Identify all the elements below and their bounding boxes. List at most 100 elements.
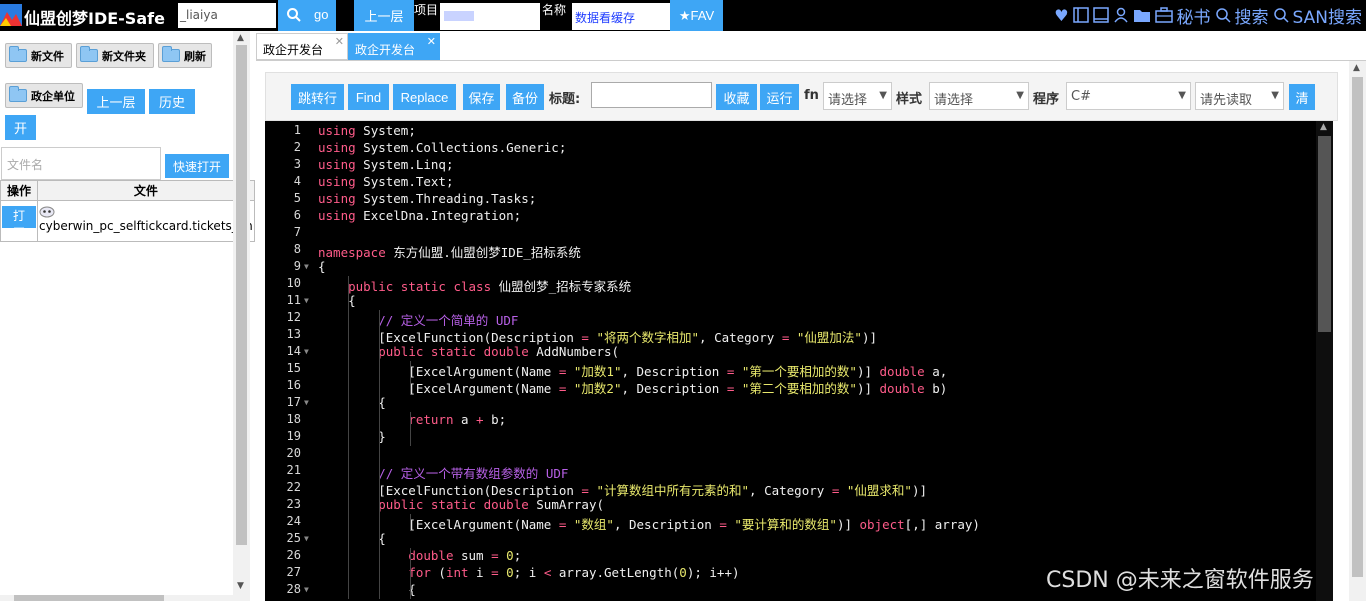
style-select-value: 请选择 — [934, 93, 974, 108]
backup-button[interactable]: 备份 — [506, 84, 544, 110]
left-vertical-scrollbar[interactable]: ▲ ▼ — [233, 31, 250, 601]
table-row: 打开 cyberwin_pc_selftickcard.tickets_on — [0, 200, 255, 242]
panel-icon[interactable] — [1072, 7, 1089, 23]
fold-toggle-icon[interactable]: ▼ — [304, 585, 309, 594]
read-select[interactable]: 请先读取 ▼ — [1195, 82, 1284, 110]
code-line: namespace 东方仙盟.仙盟创梦IDE_招标系统 — [318, 245, 581, 260]
quick-open-button[interactable]: 快速打开 — [165, 154, 229, 178]
find-button[interactable]: Find — [348, 84, 389, 110]
code-line: using System.Collections.Generic; — [318, 140, 567, 155]
action-cell: 打开 — [0, 200, 38, 242]
collect-button[interactable]: 收藏 — [716, 84, 757, 110]
open-folder-button[interactable]: 开 — [5, 115, 36, 140]
code-line: using System; — [318, 123, 416, 138]
refresh-button[interactable]: 刷新 — [158, 43, 212, 68]
go-label: go — [314, 7, 329, 22]
search-icon — [286, 7, 302, 26]
code-line: public static double AddNumbers( — [378, 344, 620, 359]
scroll-up-icon[interactable]: ▲ — [1353, 63, 1360, 73]
file-type-icon — [39, 206, 55, 218]
name-label: 名称 — [542, 3, 567, 17]
code-line: { — [318, 395, 386, 410]
fold-toggle-icon[interactable]: ▼ — [304, 262, 309, 271]
run-button[interactable]: 运行 — [760, 84, 799, 110]
user-input[interactable]: _liaiya — [178, 3, 276, 28]
replace-button[interactable]: Replace — [393, 84, 456, 110]
scroll-down-icon[interactable]: ▼ — [237, 581, 244, 591]
window-icon[interactable] — [1092, 7, 1109, 23]
title-input[interactable] — [591, 82, 712, 108]
code-line: return a + b; — [408, 412, 507, 427]
clear-button[interactable]: 清 — [1289, 84, 1315, 110]
gov-unit-button[interactable]: 政企单位 — [5, 83, 83, 108]
fn-select[interactable]: 请选择 ▼ — [823, 82, 892, 110]
line-number: 6 — [293, 208, 301, 222]
program-select[interactable]: C# ▼ — [1066, 82, 1191, 110]
fold-toggle-icon[interactable]: ▼ — [304, 398, 309, 407]
fold-toggle-icon[interactable]: ▼ — [304, 347, 309, 356]
fav-button[interactable]: ★FAV — [670, 0, 723, 31]
file-cell[interactable]: cyberwin_pc_selftickcard.tickets_on — [37, 200, 255, 242]
file-name: cyberwin_pc_selftickcard.tickets_on — [39, 219, 253, 233]
briefcase-icon[interactable] — [1154, 7, 1173, 23]
left-horizontal-scrollbar[interactable] — [0, 595, 233, 601]
code-line: using System.Threading.Tasks; — [318, 191, 537, 206]
page-vertical-scrollbar[interactable]: ▲ — [1349, 61, 1366, 601]
line-number: 3 — [293, 157, 301, 171]
history-button[interactable]: 历史 — [149, 89, 195, 114]
name-input[interactable]: 数据看缓存 — [572, 3, 670, 30]
search-link[interactable]: 搜索 — [1235, 3, 1269, 28]
heart-icon[interactable]: ♥ — [1054, 6, 1068, 25]
line-number: 16 — [286, 378, 301, 392]
title-label: 标题: — [549, 92, 581, 107]
code-editor[interactable]: 1 2 3 4 5 6 7 8 9 ▼ 10 11 ▼ 12 13 14 ▼ 15 16 17 ▼ 18 19 20 21 22 2… — [265, 121, 1333, 601]
new-file-label: 新文件 — [31, 50, 64, 63]
jump-line-button[interactable]: 跳转行 — [291, 84, 344, 110]
chevron-down-icon: ▼ — [1016, 90, 1024, 101]
editor-vertical-scrollbar[interactable]: ▲ — [1316, 121, 1333, 601]
new-folder-label: 新文件夹 — [102, 50, 146, 63]
line-number: 27 — [286, 565, 301, 579]
fold-toggle-icon[interactable]: ▼ — [304, 534, 309, 543]
open-file-button[interactable]: 打开 — [2, 206, 36, 240]
read-select-value: 请先读取 — [1200, 93, 1253, 108]
fold-toggle-icon[interactable]: ▼ — [304, 296, 309, 305]
up-level-button-left[interactable]: 上一层 — [87, 89, 145, 114]
search-icon[interactable] — [1273, 7, 1289, 23]
project-input[interactable] — [440, 3, 540, 30]
gov-unit-label: 政企单位 — [31, 90, 75, 103]
tab-gov-dev-2[interactable]: 政企开发台 ✕ — [348, 33, 440, 60]
scroll-up-icon[interactable]: ▲ — [237, 33, 244, 43]
scroll-up-icon[interactable]: ▲ — [1320, 122, 1327, 132]
close-icon[interactable]: ✕ — [427, 35, 436, 48]
close-icon[interactable]: ✕ — [335, 35, 344, 48]
scroll-thumb[interactable] — [1318, 136, 1331, 332]
up-level-button[interactable]: 上一层 — [354, 0, 414, 31]
user-icon[interactable] — [1113, 7, 1129, 23]
go-button[interactable]: go — [278, 0, 336, 31]
search-icon[interactable] — [1215, 7, 1231, 23]
new-folder-button[interactable]: 新文件夹 — [76, 43, 154, 68]
column-header-action: 操作 — [0, 180, 38, 201]
top-right-nav: ♥ 秘书 搜索 SAN搜索 — [1054, 3, 1362, 28]
scroll-thumb[interactable] — [1352, 77, 1363, 577]
indent-guide — [410, 514, 411, 531]
new-file-button[interactable]: 新文件 — [5, 43, 72, 68]
tab-gov-dev-1[interactable]: 政企开发台 ✕ — [256, 33, 348, 60]
code-line: { — [318, 531, 386, 546]
code-line: } — [318, 429, 386, 444]
scroll-thumb[interactable] — [236, 45, 247, 545]
indent-guide — [379, 310, 380, 599]
code-line: { — [318, 582, 416, 597]
filename-input[interactable]: 文件名 — [1, 147, 161, 180]
secret-link[interactable]: 秘书 — [1177, 3, 1211, 28]
style-select[interactable]: 请选择 ▼ — [929, 82, 1029, 110]
scroll-thumb[interactable] — [14, 595, 164, 601]
code-line: { — [318, 259, 326, 274]
indent-guide — [410, 361, 411, 395]
san-search-link[interactable]: SAN搜索 — [1293, 3, 1362, 28]
indent-guide — [348, 276, 349, 599]
folder-icon[interactable] — [1133, 7, 1151, 23]
save-button[interactable]: 保存 — [463, 84, 500, 110]
line-number-gutter: 1 2 3 4 5 6 7 8 9 ▼ 10 11 ▼ 12 13 14 ▼ 15 16 17 ▼ 18 19 20 21 22 2… — [265, 121, 313, 601]
